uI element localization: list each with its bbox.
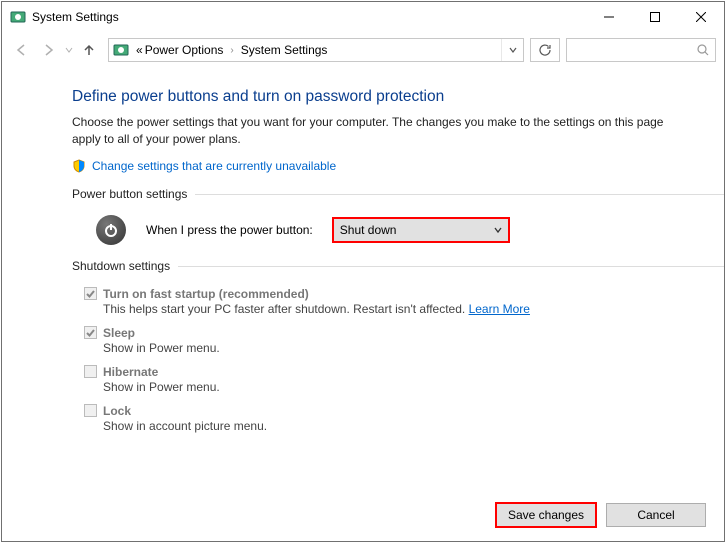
hibernate-setting: Hibernate Show in Power menu. [72, 365, 694, 394]
app-icon [10, 9, 26, 25]
shield-icon [72, 159, 86, 173]
power-button-group: Power button settings When I press the p… [72, 187, 694, 245]
search-input[interactable] [566, 38, 716, 62]
window: System Settings « Power Options › System… [1, 1, 725, 542]
chevron-down-icon [488, 226, 508, 234]
save-button[interactable]: Save changes [496, 503, 596, 527]
sleep-setting: Sleep Show in Power menu. [72, 326, 694, 355]
page-heading: Define power buttons and turn on passwor… [72, 88, 694, 106]
power-group-title: Power button settings [72, 187, 195, 201]
page-description: Choose the power settings that you want … [72, 114, 672, 149]
close-button[interactable] [678, 2, 724, 32]
nav-row: « Power Options › System Settings [2, 32, 724, 68]
hibernate-label: Hibernate [103, 365, 158, 379]
address-dropdown[interactable] [501, 39, 523, 61]
lock-sub: Show in account picture menu. [84, 419, 694, 433]
shutdown-group-title: Shutdown settings [72, 259, 178, 273]
power-icon [96, 215, 126, 245]
fast-startup-checkbox [84, 287, 97, 300]
learn-more-link[interactable]: Learn More [469, 302, 530, 316]
fast-startup-sub: This helps start your PC faster after sh… [103, 302, 469, 316]
sleep-sub: Show in Power menu. [84, 341, 694, 355]
save-button-label: Save changes [508, 508, 584, 522]
address-icon [113, 42, 129, 58]
up-button[interactable] [76, 37, 102, 63]
refresh-button[interactable] [530, 38, 560, 62]
breadcrumb-seg2[interactable]: System Settings [240, 43, 329, 57]
cancel-button[interactable]: Cancel [606, 503, 706, 527]
lock-setting: Lock Show in account picture menu. [72, 404, 694, 433]
footer-buttons: Save changes Cancel [496, 503, 706, 527]
breadcrumb-seg1[interactable]: Power Options [144, 43, 225, 57]
power-row-label: When I press the power button: [146, 223, 313, 237]
forward-button[interactable] [36, 37, 62, 63]
chevron-right-icon: › [224, 45, 239, 56]
fast-startup-label: Turn on fast startup (recommended) [103, 287, 309, 301]
titlebar: System Settings [2, 2, 724, 32]
power-action-dropdown[interactable]: Shut down [333, 218, 509, 242]
search-icon [697, 44, 709, 56]
back-button[interactable] [8, 37, 34, 63]
lock-checkbox [84, 404, 97, 417]
power-action-selected: Shut down [334, 223, 488, 237]
shutdown-group: Shutdown settings Turn on fast startup (… [72, 259, 694, 433]
content-area: Define power buttons and turn on passwor… [2, 68, 724, 433]
breadcrumb-prefix: « [135, 43, 144, 57]
change-settings-link[interactable]: Change settings that are currently unava… [92, 159, 336, 173]
cancel-button-label: Cancel [637, 508, 674, 522]
lock-label: Lock [103, 404, 131, 418]
address-bar[interactable]: « Power Options › System Settings [108, 38, 524, 62]
minimize-button[interactable] [586, 2, 632, 32]
sleep-checkbox [84, 326, 97, 339]
window-title: System Settings [32, 10, 586, 24]
maximize-button[interactable] [632, 2, 678, 32]
hibernate-checkbox [84, 365, 97, 378]
fast-startup-setting: Turn on fast startup (recommended) This … [72, 287, 694, 316]
history-dropdown[interactable] [64, 46, 74, 54]
hibernate-sub: Show in Power menu. [84, 380, 694, 394]
sleep-label: Sleep [103, 326, 135, 340]
